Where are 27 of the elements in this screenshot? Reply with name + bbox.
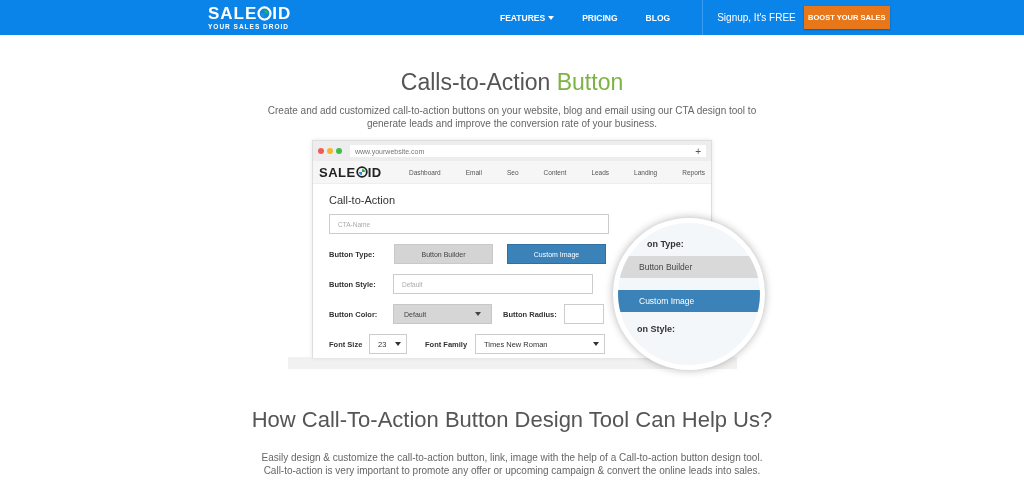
nav-link[interactable]: BLOG xyxy=(645,12,671,23)
page-subtitle: Create and add customized call-to-action buttons on your website, blog and email using our CTA design tool to generate leads and improve the conversion rate of your business. xyxy=(266,104,758,130)
add-tab-button[interactable]: + xyxy=(695,145,701,157)
caret-icon xyxy=(475,312,481,316)
window-dot xyxy=(318,148,324,154)
caret-icon xyxy=(593,342,599,346)
nav-link[interactable]: FEATURES xyxy=(500,12,555,23)
section-title: How Call-To-Action Button Design Tool Can Help Us? xyxy=(251,407,773,433)
logo-text: ID xyxy=(272,5,292,22)
page-title: Calls-to-Action Button xyxy=(400,69,624,96)
logo-text: ID xyxy=(367,164,382,180)
window-dot xyxy=(336,148,342,154)
field-label: on Style: xyxy=(637,324,675,334)
button-radius-field[interactable] xyxy=(564,304,604,324)
logo-icon xyxy=(257,6,273,21)
nav-link[interactable]: PRICING xyxy=(582,12,618,23)
logo-text: SALE xyxy=(319,164,356,180)
section-text: Easily design & customize the call-to-action button, link, image with the help of a Call-to-action button design tool. Call-to-action is very important to promote any offer or upcoming campaign & convert the online leads into sales. xyxy=(260,451,764,477)
logo-text: SALE xyxy=(208,5,258,22)
field-label: on Type: xyxy=(647,239,684,249)
form-title: Call-to-Action xyxy=(329,194,397,206)
logo-icon xyxy=(355,166,368,178)
signup-link[interactable]: Signup, It's FREE xyxy=(717,12,796,23)
button-type-option[interactable]: Button Builder xyxy=(618,256,760,278)
button-type-option[interactable]: Custom Image xyxy=(618,290,760,312)
caret-icon xyxy=(395,342,401,346)
window-dot xyxy=(327,148,333,154)
